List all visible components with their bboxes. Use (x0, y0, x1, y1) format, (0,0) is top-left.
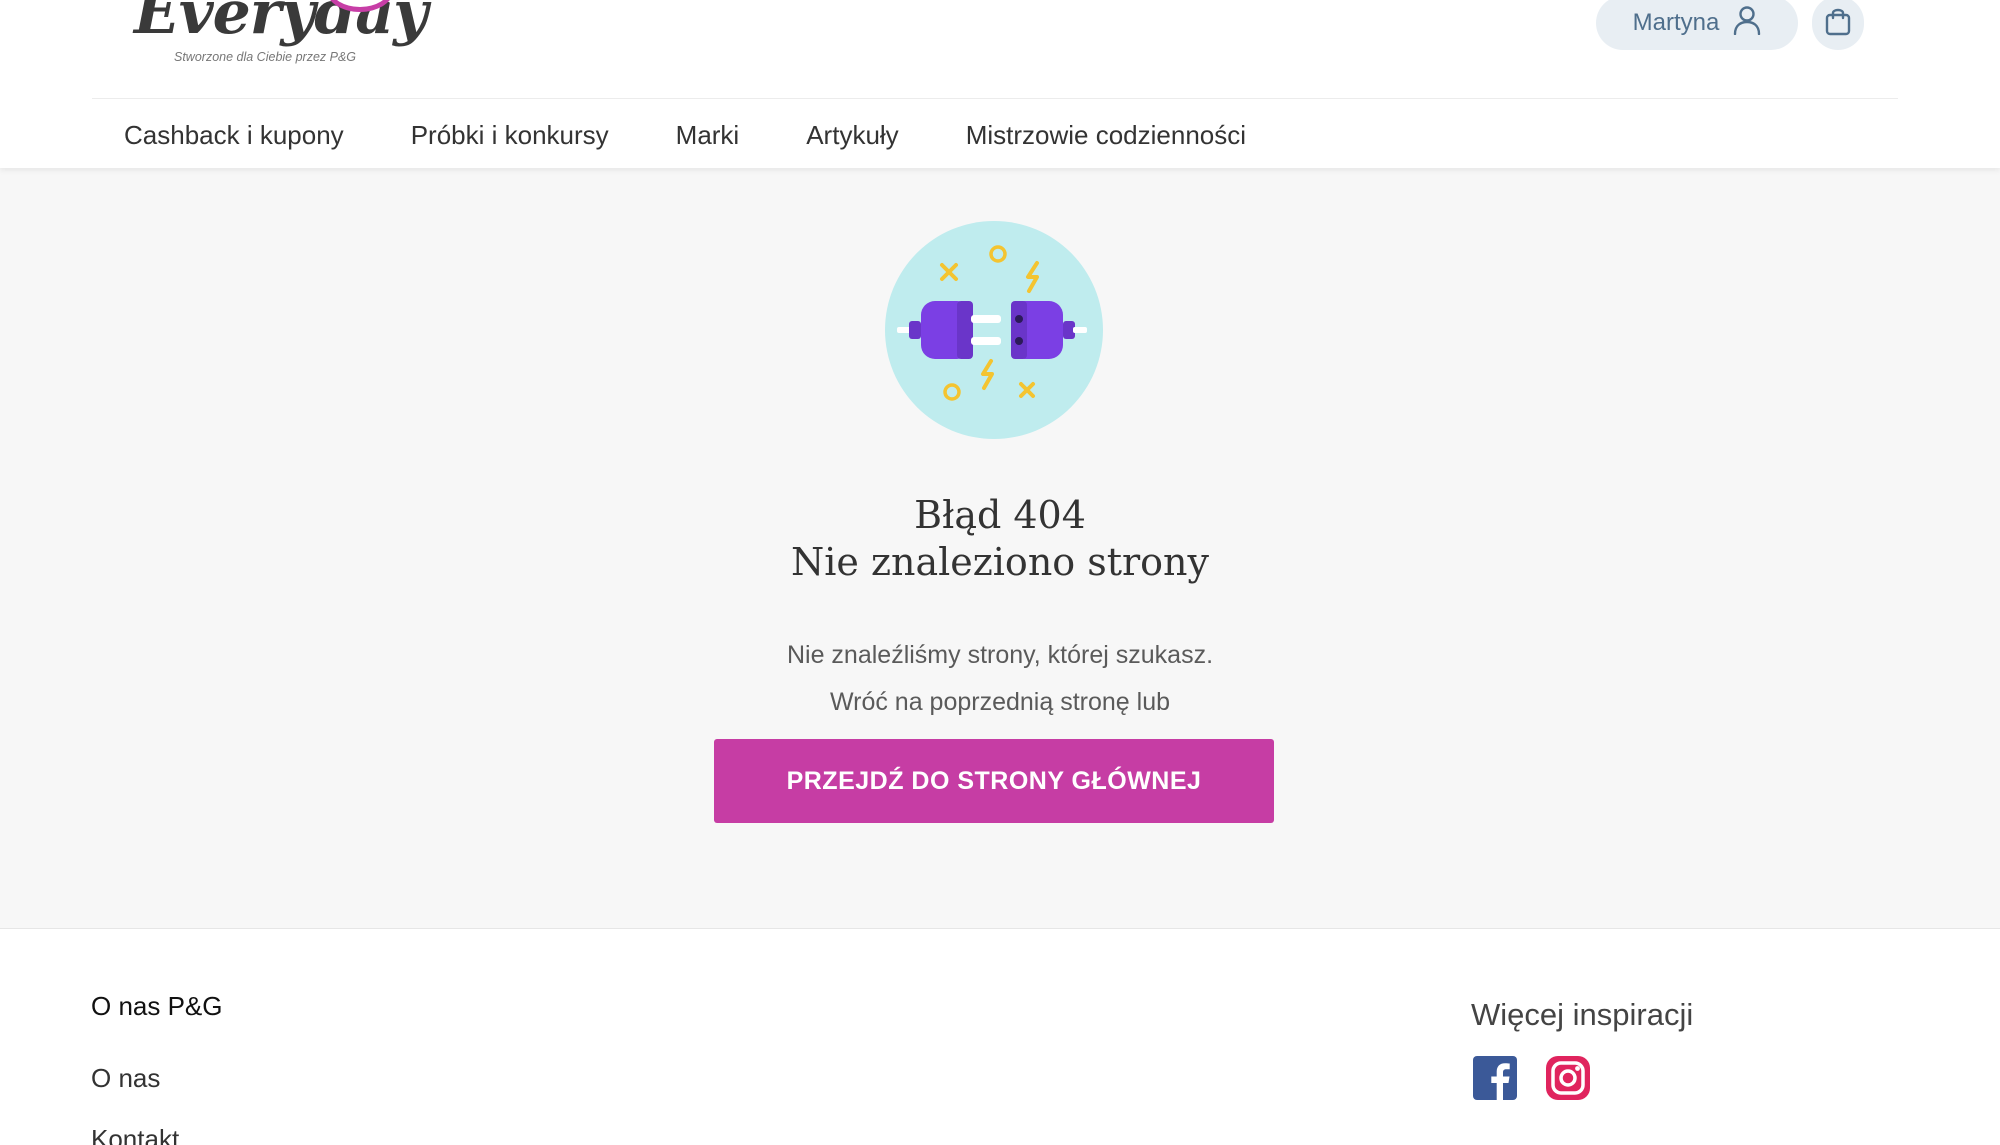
unplugged-plug-icon (885, 221, 1103, 439)
facebook-icon[interactable] (1471, 1054, 1519, 1102)
main-nav: Cashback i kupony Próbki i konkursy Mark… (124, 110, 1313, 160)
logo-tagline: Stworzone dla Ciebie przez P&G (174, 50, 357, 64)
inspiration-heading: Więcej inspiracji (1471, 997, 1694, 1032)
error-subtitle: Nie znaleziono strony (791, 540, 1209, 584)
error-code-heading: Błąd 404 (914, 493, 1086, 537)
footer-about-heading: O nas P&G (91, 991, 223, 1021)
nav-item-cashback[interactable]: Cashback i kupony (124, 110, 344, 160)
header-divider (92, 98, 1898, 99)
footer-link-contact[interactable]: Kontakt (91, 1124, 179, 1145)
user-name: Martyna (1632, 9, 1720, 36)
nav-item-brands[interactable]: Marki (676, 110, 740, 160)
everyday-me-logo[interactable]: Everyday me Stworzone dla Ciebie przez P… (128, 0, 428, 78)
site-footer: O nas P&G O nas Kontakt Więcej inspiracj… (0, 928, 2000, 1145)
nav-item-articles[interactable]: Artykuły (806, 110, 898, 160)
error-message: Nie znaleźliśmy strony, której szukasz. (786, 641, 1214, 669)
shopping-bag-icon (1823, 5, 1853, 42)
nav-item-masters[interactable]: Mistrzowie codzienności (966, 110, 1246, 160)
page: Everyday me Stworzone dla Ciebie przez P… (0, 0, 2000, 1145)
footer-link-about[interactable]: O nas (91, 1063, 160, 1094)
cart-button[interactable] (1812, 0, 1864, 50)
error-hint: Wróć na poprzednią stronę lub (829, 688, 1170, 716)
user-account-button[interactable]: Martyna (1596, 0, 1798, 50)
go-home-button[interactable]: PRZEJDŹ DO STRONY GŁÓWNEJ (714, 739, 1274, 823)
instagram-icon[interactable] (1544, 1054, 1592, 1102)
error-content: Błąd 404 Nie znaleziono strony Nie znale… (0, 168, 2000, 928)
user-icon (1733, 5, 1761, 42)
logo-wordmark: Everyday (134, 0, 428, 48)
site-header: Everyday me Stworzone dla Ciebie przez P… (0, 0, 2000, 168)
nav-item-samples[interactable]: Próbki i konkursy (411, 110, 609, 160)
